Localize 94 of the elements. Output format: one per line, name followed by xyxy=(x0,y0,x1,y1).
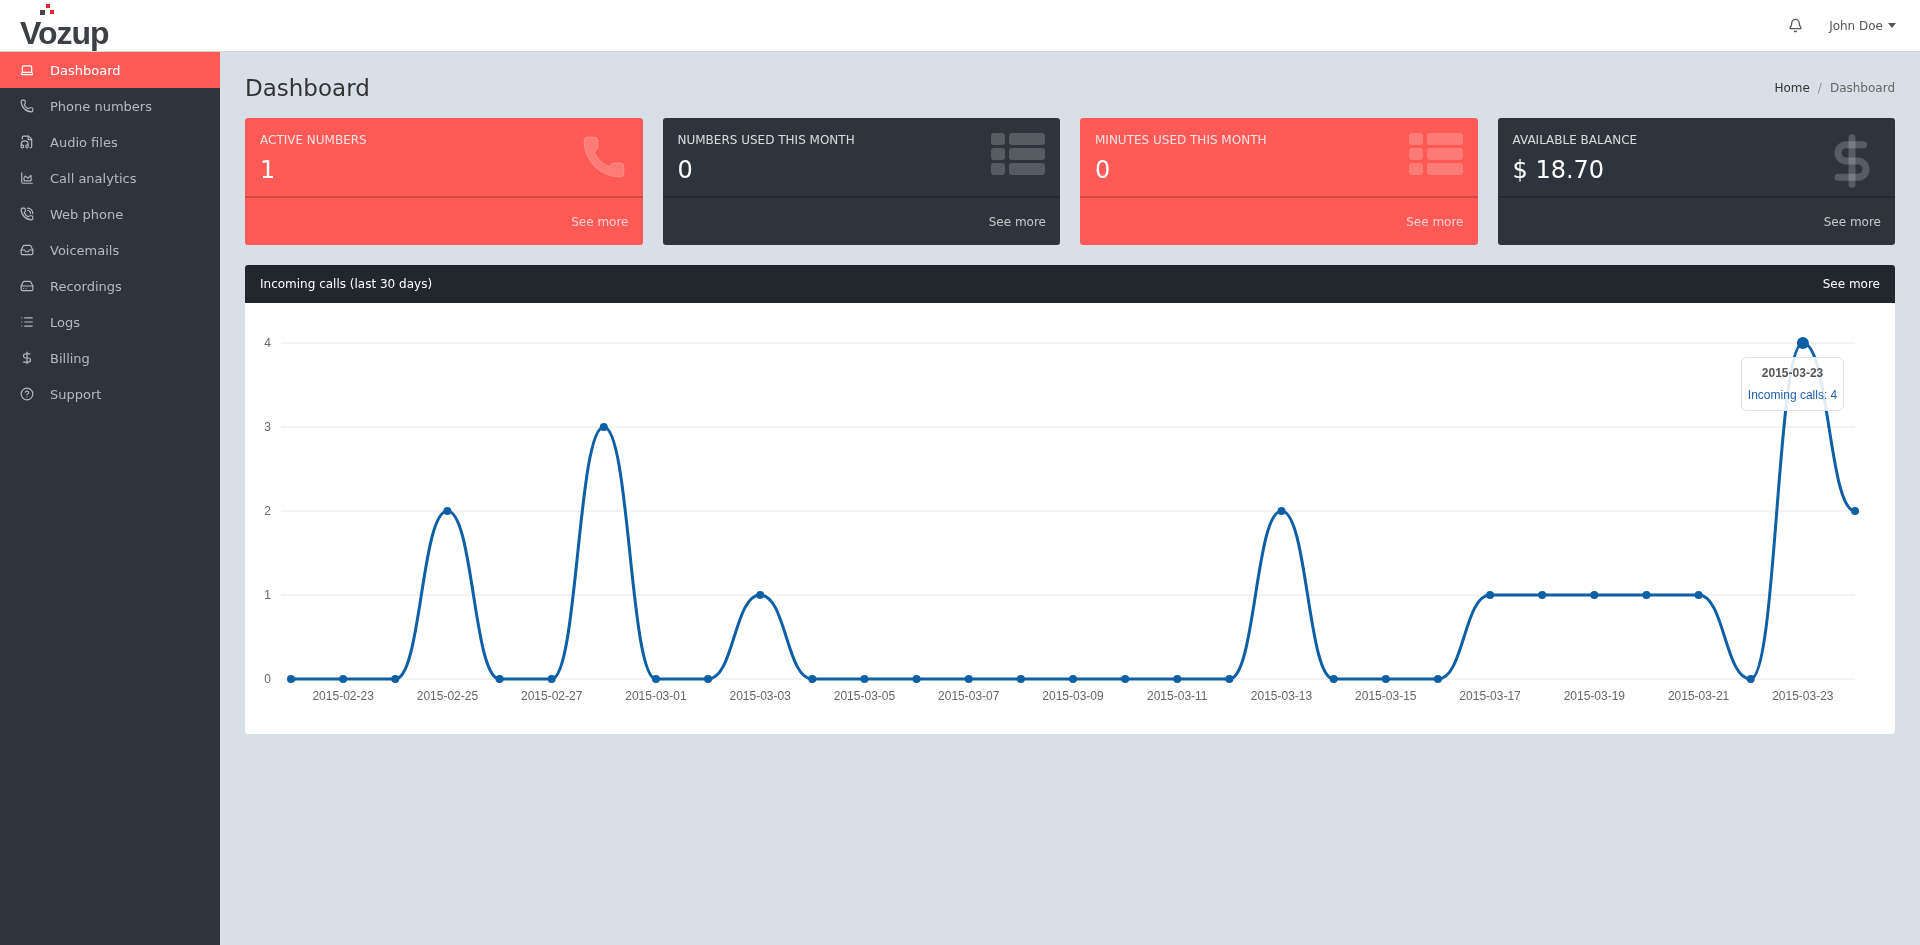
sidebar-item[interactable]: Call analytics xyxy=(0,160,220,196)
see-more-link[interactable]: See more xyxy=(1823,214,1881,229)
nav-icon xyxy=(20,99,34,113)
data-point[interactable] xyxy=(443,507,452,515)
y-axis-label: 2 xyxy=(264,504,271,518)
user-menu[interactable]: John Doe xyxy=(1829,18,1896,33)
x-axis-label: 2015-02-23 xyxy=(312,689,374,703)
data-point[interactable] xyxy=(860,675,869,683)
data-point[interactable] xyxy=(1121,675,1130,683)
list-icon xyxy=(991,133,1045,177)
data-point[interactable] xyxy=(1851,507,1859,515)
data-point[interactable] xyxy=(808,675,817,683)
data-point[interactable] xyxy=(547,675,556,683)
x-axis-label: 2015-03-05 xyxy=(833,689,896,703)
sidebar-item[interactable]: Voicemails xyxy=(0,232,220,268)
data-point[interactable] xyxy=(1016,675,1025,683)
panel-title: Incoming calls (last 30 days) xyxy=(260,277,433,291)
nav-icon xyxy=(20,387,34,401)
tooltip-date: 2015-03-23 xyxy=(1761,366,1824,380)
data-point[interactable] xyxy=(1796,337,1809,349)
x-axis-label: 2015-03-13 xyxy=(1250,689,1313,703)
sidebar-item[interactable]: Billing xyxy=(0,340,220,376)
data-point[interactable] xyxy=(495,675,504,683)
data-point[interactable] xyxy=(1433,675,1442,683)
card-title: NUMBERS USED THIS MONTH xyxy=(677,133,855,147)
x-axis-label: 2015-03-09 xyxy=(1042,689,1104,703)
y-axis-label: 4 xyxy=(264,336,271,350)
data-point[interactable] xyxy=(1381,675,1390,683)
caret-icon xyxy=(1888,23,1896,28)
nav-icon xyxy=(20,243,34,257)
nav-icon xyxy=(20,63,34,77)
nav-icon xyxy=(20,279,34,293)
card-value: 0 xyxy=(677,156,694,184)
data-point[interactable] xyxy=(1277,507,1286,515)
sidebar-item[interactable]: Audio files xyxy=(0,124,220,160)
x-axis-label: 2015-03-17 xyxy=(1459,689,1521,703)
x-axis-label: 2015-03-03 xyxy=(729,689,791,703)
data-point[interactable] xyxy=(391,675,400,683)
y-axis-label: 3 xyxy=(264,420,271,434)
card-value: 0 xyxy=(1095,156,1112,184)
data-point[interactable] xyxy=(1694,591,1703,599)
x-axis-label: 2015-03-01 xyxy=(625,689,687,703)
data-point[interactable] xyxy=(287,675,295,683)
x-axis-label: 2015-03-07 xyxy=(938,689,1000,703)
card-title: AVAILABLE BALANCE xyxy=(1512,133,1638,147)
x-axis-label: 2015-02-27 xyxy=(520,689,583,703)
notification-bell-icon[interactable] xyxy=(1788,18,1804,33)
data-point[interactable] xyxy=(1486,591,1495,599)
data-point[interactable] xyxy=(651,675,660,683)
list-icon xyxy=(1408,133,1463,177)
data-point[interactable] xyxy=(1590,591,1599,599)
tooltip-value: Incoming calls: 4 xyxy=(1747,388,1838,402)
data-point[interactable] xyxy=(1225,675,1234,683)
x-axis-label: 2015-03-19 xyxy=(1563,689,1626,703)
data-point[interactable] xyxy=(756,591,765,599)
sidebar-item[interactable]: Phone numbers xyxy=(0,88,220,124)
sidebar-item[interactable]: Support xyxy=(0,376,220,412)
sidebar-item[interactable]: Recordings xyxy=(0,268,220,304)
card-value: $ 18.70 xyxy=(1512,156,1606,184)
data-point[interactable] xyxy=(1538,591,1547,599)
nav-icon xyxy=(20,315,34,329)
nav-icon xyxy=(20,171,34,185)
card-value: 1 xyxy=(260,156,277,184)
data-point[interactable] xyxy=(1173,675,1182,683)
page-title: Dashboard xyxy=(245,75,370,101)
data-point[interactable] xyxy=(1069,675,1077,683)
sidebar-item[interactable]: Logs xyxy=(0,304,220,340)
nav-icon xyxy=(20,207,34,221)
see-more-link[interactable]: See more xyxy=(988,214,1046,229)
data-point[interactable] xyxy=(599,423,608,431)
data-point[interactable] xyxy=(912,675,921,683)
y-axis-label: 0 xyxy=(264,672,271,686)
sidebar-item[interactable]: Web phone xyxy=(0,196,220,232)
data-point[interactable] xyxy=(339,675,348,683)
x-axis-label: 2015-03-11 xyxy=(1147,689,1208,703)
breadcrumb-current: Dashboard xyxy=(1829,81,1895,95)
data-point[interactable] xyxy=(1329,675,1338,683)
logo-dots-icon xyxy=(40,3,56,18)
card-title: ACTIVE NUMBERS xyxy=(260,133,367,147)
x-axis-label: 2015-03-21 xyxy=(1667,689,1730,703)
nav-icon xyxy=(20,351,34,365)
x-axis-label: 2015-02-25 xyxy=(416,689,479,703)
card-title: MINUTES USED THIS MONTH xyxy=(1095,133,1267,147)
x-axis-label: 2015-03-15 xyxy=(1355,689,1417,703)
breadcrumb-link[interactable]: Home xyxy=(1774,81,1810,95)
data-point[interactable] xyxy=(1746,675,1755,683)
nav-icon xyxy=(20,135,34,149)
see-more-link[interactable]: See more xyxy=(1822,277,1880,291)
data-point[interactable] xyxy=(1642,591,1651,599)
y-axis-label: 1 xyxy=(264,588,271,602)
breadcrumb-separator: / xyxy=(1817,81,1822,95)
data-point[interactable] xyxy=(964,675,973,683)
data-point[interactable] xyxy=(704,675,713,683)
x-axis-label: 2015-03-23 xyxy=(1772,689,1834,703)
